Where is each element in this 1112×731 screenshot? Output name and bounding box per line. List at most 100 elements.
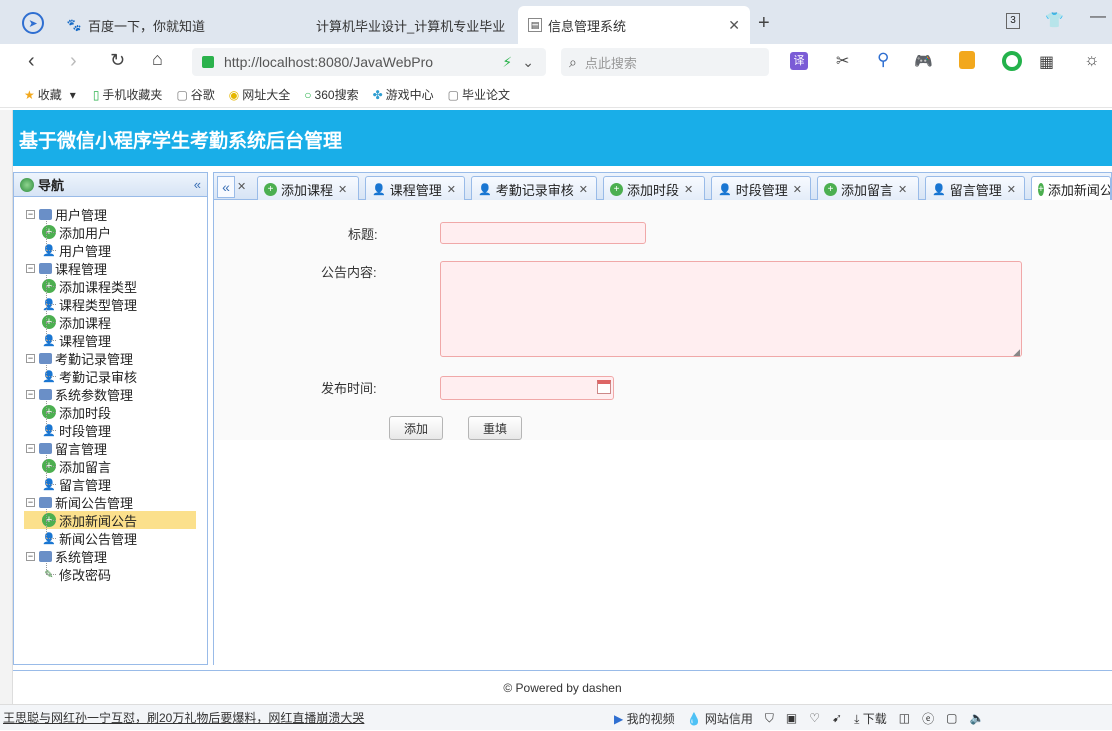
nav-group[interactable]: − 留言管理 [26,439,107,457]
status-bar: 王思聪与网红孙一宁互怼，刷20万礼物后要爆料，网红直播崩溃大哭 ▶ 我的视频 💧… [0,704,1112,730]
nav-group[interactable]: − 新闻公告管理 [26,493,133,511]
content-tab[interactable]: 👤 课程管理 ✕ [365,176,465,201]
browser-logo-icon[interactable]: ➤ [22,12,44,34]
calendar-icon[interactable] [597,380,611,394]
news-link[interactable]: 王思聪与网红孙一宁互怼，刷20万礼物后要爆料，网红直播崩溃大哭 [3,709,364,726]
shirt-icon[interactable]: 👕 [1045,11,1064,29]
reset-button[interactable]: 重填 [468,416,522,440]
close-icon[interactable]: ✕ [338,183,347,196]
bookmark-google[interactable]: ▢ 谷歌 [176,86,214,103]
sun-icon[interactable]: ☼ [1084,50,1100,70]
bookmark-mobile[interactable]: ▯ 手机收藏夹 [93,86,163,103]
collapse-icon[interactable]: « [194,177,201,192]
image-icon[interactable]: ▣ [786,711,797,725]
publish-time-input[interactable] [440,376,614,400]
game-icon[interactable]: 🎮 [914,52,933,70]
close-icon[interactable]: ✕ [237,180,246,193]
nav-group[interactable]: − 系统参数管理 [26,385,133,403]
close-icon[interactable]: ✕ [898,183,907,196]
content-tab[interactable]: + 添加课程 ✕ [257,176,359,201]
translate-icon[interactable]: 译 [790,52,808,70]
close-icon[interactable]: ✕ [1007,183,1016,196]
browser-tab-baidu[interactable]: 🐾 百度一下，你就知道 [56,6,284,44]
bookmark-thesis[interactable]: ▢ 毕业论文 [448,86,510,103]
nav-item-label: 添加课程类型 [59,279,138,295]
bookmark-favorites[interactable]: ★ 收藏 ▾ [24,86,79,103]
minimize-icon[interactable]: — [1090,8,1106,26]
network-button[interactable]: 💧 网站信用 [687,710,753,727]
shield-icon[interactable]: ⛉ [765,711,774,726]
close-icon[interactable]: ✕ [447,183,456,196]
content-tab-label: 添加新闻公告 [1047,182,1110,198]
back-icon[interactable]: ‹ [28,50,35,73]
resize-handle-icon[interactable]: ◢ [1013,347,1020,358]
content-tab[interactable]: + 添加时段 ✕ [603,176,705,201]
content-tab[interactable]: 👤 时段管理 ✕ [711,176,811,201]
folder-computer-icon [38,261,52,275]
window-icon[interactable]: ▢ [946,711,957,725]
content-tab[interactable]: 👤 留言管理 ✕ [925,176,1025,201]
bookmark-label: 360搜索 [314,88,359,102]
collapse-toggle-icon[interactable]: − [26,389,35,399]
close-icon[interactable]: ✕ [728,17,740,34]
ie-icon[interactable]: ⓔ [922,710,934,727]
bookmark-360[interactable]: ○ 360搜索 [304,86,358,103]
collapse-toggle-icon[interactable]: − [26,263,35,273]
collapse-toggle-icon[interactable]: − [26,443,35,453]
bookmark-nav[interactable]: ◉ 网址大全 [229,86,291,103]
content-label: 公告内容: [321,265,377,280]
tab-scroll-left-button[interactable]: « [217,176,235,198]
volume-icon[interactable]: 🔈 [969,711,984,725]
nav-group[interactable]: − 用户管理 [26,205,107,223]
add-button[interactable]: 添加 [389,416,443,440]
address-toolbar: ‹ › ↻ ⌂ [0,44,1112,80]
video-button[interactable]: ▶ 我的视频 [614,710,675,727]
status-tools: ▶ 我的视频 💧 网站信用 ⛉ ▣ ♡ ➹ ⤓ 下载 ◫ ⓔ ▢ 🔈 [614,705,984,731]
star-icon: ★ [24,87,35,102]
home-icon[interactable]: ⌂ [152,49,163,70]
tab-count-badge[interactable]: 3 [1006,13,1020,29]
browser-tab-active[interactable]: ▤ 信息管理系统 ✕ [518,6,750,44]
title-input[interactable] [440,222,646,244]
close-icon[interactable]: ✕ [793,183,802,196]
video-icon: ▶ [614,711,624,726]
nav-group[interactable]: − 考勤记录管理 [26,349,133,367]
search-tool-icon[interactable]: ⚲ [877,50,889,70]
green-circle-icon[interactable] [1002,51,1022,71]
publish-time-label: 发布时间: [321,381,377,396]
wallet-icon[interactable] [959,51,975,69]
collapse-toggle-icon[interactable]: − [26,551,35,561]
bookmark-label: 游戏中心 [385,88,434,102]
nav-group[interactable]: − 系统管理 [26,547,107,565]
new-tab-button[interactable]: + [758,12,770,35]
download-button[interactable]: ⤓ 下载 [854,710,887,727]
bookmark-label: 谷歌 [190,88,215,102]
collapse-toggle-icon[interactable]: − [26,209,35,219]
content-tab[interactable]: +添加新闻公告 [1031,176,1111,201]
download-icon: ⤓ [854,711,860,726]
phone-icon: ▯ [92,87,100,102]
sound-icon[interactable]: ◫ [899,711,910,725]
close-icon[interactable]: ✕ [684,183,693,196]
nav-item-label: 添加用户 [59,225,112,241]
close-icon[interactable]: ✕ [579,183,588,196]
scissors-icon[interactable]: ✂ [836,51,849,71]
content-tab[interactable]: + 添加留言 ✕ [817,176,919,201]
collapse-toggle-icon[interactable]: − [26,497,35,507]
collapse-toggle-icon[interactable]: − [26,353,35,363]
rocket-icon[interactable]: ➹ [832,711,842,725]
content-tab[interactable]: 👤 考勤记录审核 ✕ [471,176,597,201]
nav-group[interactable]: − 课程管理 [26,259,107,277]
content-textarea[interactable]: ◢ [440,261,1022,357]
apps-grid-icon[interactable]: ▦ [1039,52,1054,72]
browser-tab-biye[interactable]: 计算机毕业设计_计算机专业毕业 [290,6,512,44]
url-field[interactable]: http://localhost:8080/JavaWebPro ⚡ ⌄ [192,48,546,76]
refresh-icon[interactable]: ↻ [110,50,125,71]
heart-icon[interactable]: ♡ [809,711,820,725]
bookmark-games[interactable]: ✤ 游戏中心 [373,86,434,103]
lightning-icon[interactable]: ⚡ [502,54,512,71]
search-input[interactable]: ⌕ 点此搜索 [561,48,769,76]
chevron-down-icon[interactable]: ⌄ [522,54,534,71]
nav-header: 导航 « [14,173,207,197]
forward-icon[interactable]: › [70,50,77,73]
